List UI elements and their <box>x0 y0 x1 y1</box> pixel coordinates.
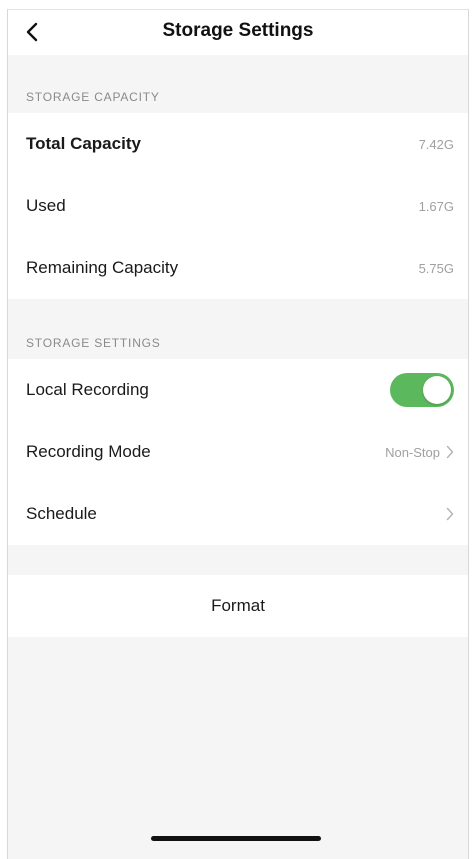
chevron-right-icon <box>446 445 454 459</box>
remaining-capacity-label: Remaining Capacity <box>26 258 179 277</box>
storage-settings-screen: Storage Settings STORAGE CAPACITY Total … <box>7 9 469 859</box>
page-title: Storage Settings <box>162 20 314 41</box>
local-recording-toggle[interactable] <box>390 373 454 407</box>
schedule-row[interactable]: Schedule <box>8 483 468 545</box>
total-capacity-row: Total Capacity 7.42G <box>8 113 468 175</box>
chevron-right-icon <box>446 507 454 521</box>
used-value: 1.67G <box>418 198 454 214</box>
storage-capacity-group: Total Capacity 7.42G Used 1.67G Remainin… <box>8 113 468 299</box>
local-recording-label: Local Recording <box>26 380 149 399</box>
recording-mode-row[interactable]: Recording Mode Non-Stop <box>8 421 468 483</box>
total-capacity-label: Total Capacity <box>26 134 141 153</box>
format-button[interactable]: Format <box>8 575 468 637</box>
schedule-label: Schedule <box>26 504 97 523</box>
recording-mode-value: Non-Stop <box>385 444 440 460</box>
navigation-bar: Storage Settings <box>8 10 468 55</box>
home-indicator <box>151 836 321 841</box>
remaining-capacity-value: 5.75G <box>418 260 454 276</box>
toggle-knob <box>423 376 451 404</box>
recording-mode-label: Recording Mode <box>26 442 151 461</box>
section-header-storage-capacity: STORAGE CAPACITY <box>26 90 160 104</box>
local-recording-row: Local Recording <box>8 359 468 421</box>
used-row: Used 1.67G <box>8 175 468 237</box>
storage-settings-group: Local Recording Recording Mode Non-Stop … <box>8 359 468 545</box>
used-label: Used <box>26 196 66 215</box>
section-header-storage-settings: STORAGE SETTINGS <box>26 336 161 350</box>
remaining-capacity-row: Remaining Capacity 5.75G <box>8 237 468 299</box>
total-capacity-value: 7.42G <box>418 136 454 152</box>
